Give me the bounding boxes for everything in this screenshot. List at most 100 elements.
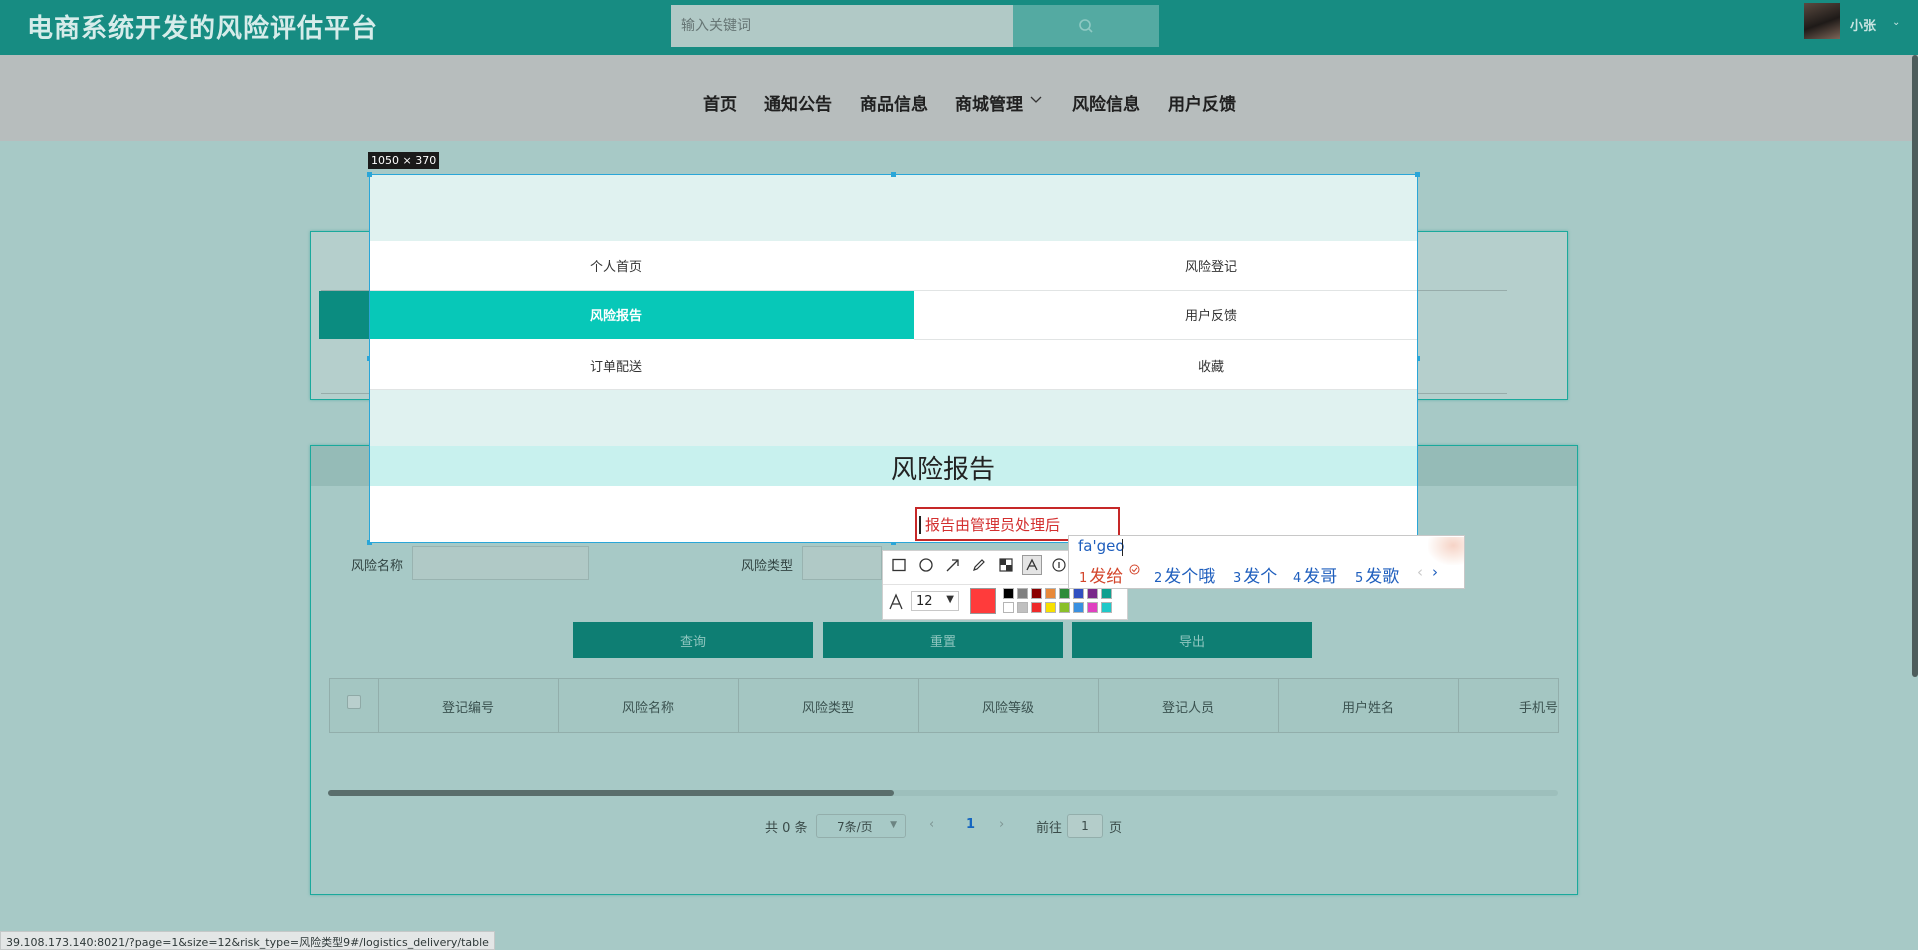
risk-type-select[interactable] [802,546,882,580]
pen-icon[interactable] [969,555,989,575]
annotation-text[interactable]: 报告由管理员处理后 [925,514,1060,535]
column-header: 用户姓名 [1341,701,1394,716]
resize-handle[interactable] [891,172,896,177]
menu-item-home[interactable]: 个人首页 [516,256,716,275]
divider [370,339,914,340]
risk-type-label: 风险类型 [741,559,794,574]
mosaic-icon[interactable] [996,555,1016,575]
text-tool-icon[interactable] [1022,555,1042,575]
user-menu-chevron-icon[interactable]: ⌄ [1892,17,1900,28]
candidate-text: 发个哦 [1164,567,1216,587]
ime-next-page-button[interactable]: › [1432,563,1438,581]
candidate-text: 发个 [1243,567,1278,587]
page-size-select[interactable]: 7条/页 ▼ [816,814,906,838]
ime-prev-page-button[interactable]: ‹ [1417,563,1423,581]
search-button[interactable] [1013,5,1159,47]
nav-feedback[interactable]: 用户反馈 [1168,90,1236,115]
current-color-swatch[interactable] [970,588,996,614]
column-divider [1278,679,1279,732]
ime-skin-decoration [1428,537,1464,565]
color-swatch[interactable] [1101,602,1112,613]
export-button[interactable]: 导出 [1072,622,1312,658]
site-title: 电商系统开发的风险评估平台 [27,14,379,44]
status-bar-url: 39.108.173.140:8021/?page=1&size=12&risk… [0,931,495,950]
rectangle-icon[interactable] [889,555,909,575]
capture-size-label: 1050 × 370 [368,152,440,169]
number-marker-icon[interactable] [1049,555,1069,575]
goto-page-input[interactable]: 1 [1067,814,1103,838]
ime-composition: fa'geo [1078,537,1125,555]
color-swatch[interactable] [1003,588,1014,599]
color-swatch[interactable] [1031,588,1042,599]
arrow-icon[interactable] [943,555,963,575]
color-swatch[interactable] [1101,588,1112,599]
ime-candidate-2[interactable]: 2 发个哦 [1154,562,1215,587]
candidate-text: 发给 [1089,567,1124,587]
color-swatch[interactable] [1073,588,1084,599]
column-divider [1098,679,1099,732]
color-swatch[interactable] [1045,588,1056,599]
nav-risk-info[interactable]: 风险信息 [1072,90,1140,115]
candidate-number: 1 [1079,571,1088,586]
ellipse-icon[interactable] [916,555,936,575]
next-page-button[interactable]: › [999,817,1004,832]
prev-page-button[interactable]: ‹ [929,817,934,832]
nav-home[interactable]: 首页 [703,90,737,115]
color-swatch[interactable] [1003,602,1014,613]
content-band [370,486,1417,542]
color-swatch[interactable] [1073,602,1084,613]
color-swatch[interactable] [1059,602,1070,613]
ime-candidate-5[interactable]: 5 发歌 [1355,562,1399,587]
candidate-text: 发哥 [1303,567,1338,587]
candidate-number: 4 [1293,571,1302,586]
color-swatch[interactable] [1087,588,1098,599]
color-swatch[interactable] [1031,602,1042,613]
menu-item-risk-register[interactable]: 风险登记 [1111,256,1311,275]
color-swatch[interactable] [1017,588,1028,599]
divider [914,339,1417,340]
horizontal-scrollbar-thumb[interactable] [328,790,894,796]
color-swatch[interactable] [1045,602,1056,613]
column-divider [738,679,739,732]
candidate-text: 发歌 [1365,567,1400,587]
user-name[interactable]: 小张 [1850,15,1876,34]
menu-item-risk-report[interactable]: 风险报告 [516,305,716,324]
font-icon [886,592,906,612]
resize-handle[interactable] [367,172,372,177]
chevron-down-icon[interactable] [1030,94,1042,104]
font-size-select[interactable]: 12 ▼ [911,591,959,611]
ime-candidate-1[interactable]: 1 发给 [1079,562,1140,587]
menu-item-feedback[interactable]: 用户反馈 [1111,305,1311,324]
page-title: 风险报告 [890,455,995,485]
reset-button[interactable]: 重置 [823,622,1063,658]
search-icon [1079,19,1093,33]
column-divider [558,679,559,732]
nav-products[interactable]: 商品信息 [860,90,928,115]
menu-item-order-delivery[interactable]: 订单配送 [516,356,716,375]
menu-item-favorites[interactable]: 收藏 [1111,356,1311,375]
ime-candidate-3[interactable]: 3 发个 [1233,562,1277,587]
color-swatch[interactable] [1087,602,1098,613]
query-button[interactable]: 查询 [573,622,813,658]
color-swatch[interactable] [1017,602,1028,613]
candidate-number: 3 [1233,571,1242,586]
column-header: 风险类型 [801,701,854,716]
current-page[interactable]: 1 [966,817,975,832]
color-swatch[interactable] [1059,588,1070,599]
search-input[interactable] [671,5,1013,47]
vertical-scrollbar[interactable] [1912,55,1918,677]
column-header: 手机号 [1518,701,1558,716]
risk-name-input[interactable] [412,546,589,580]
nav-notices[interactable]: 通知公告 [764,90,832,115]
goto-label: 前往 [1036,821,1063,836]
column-header: 风险等级 [981,701,1034,716]
divider [370,389,1417,390]
resize-handle[interactable] [1415,172,1420,177]
select-all-checkbox[interactable] [347,695,361,709]
column-header: 风险名称 [621,701,674,716]
avatar[interactable] [1804,3,1840,39]
ime-candidate-4[interactable]: 4 发哥 [1293,562,1337,587]
nav-mall-management[interactable]: 商城管理 [955,90,1023,115]
active-menu-indicator [319,291,370,339]
candidate-number: 2 [1154,571,1163,586]
